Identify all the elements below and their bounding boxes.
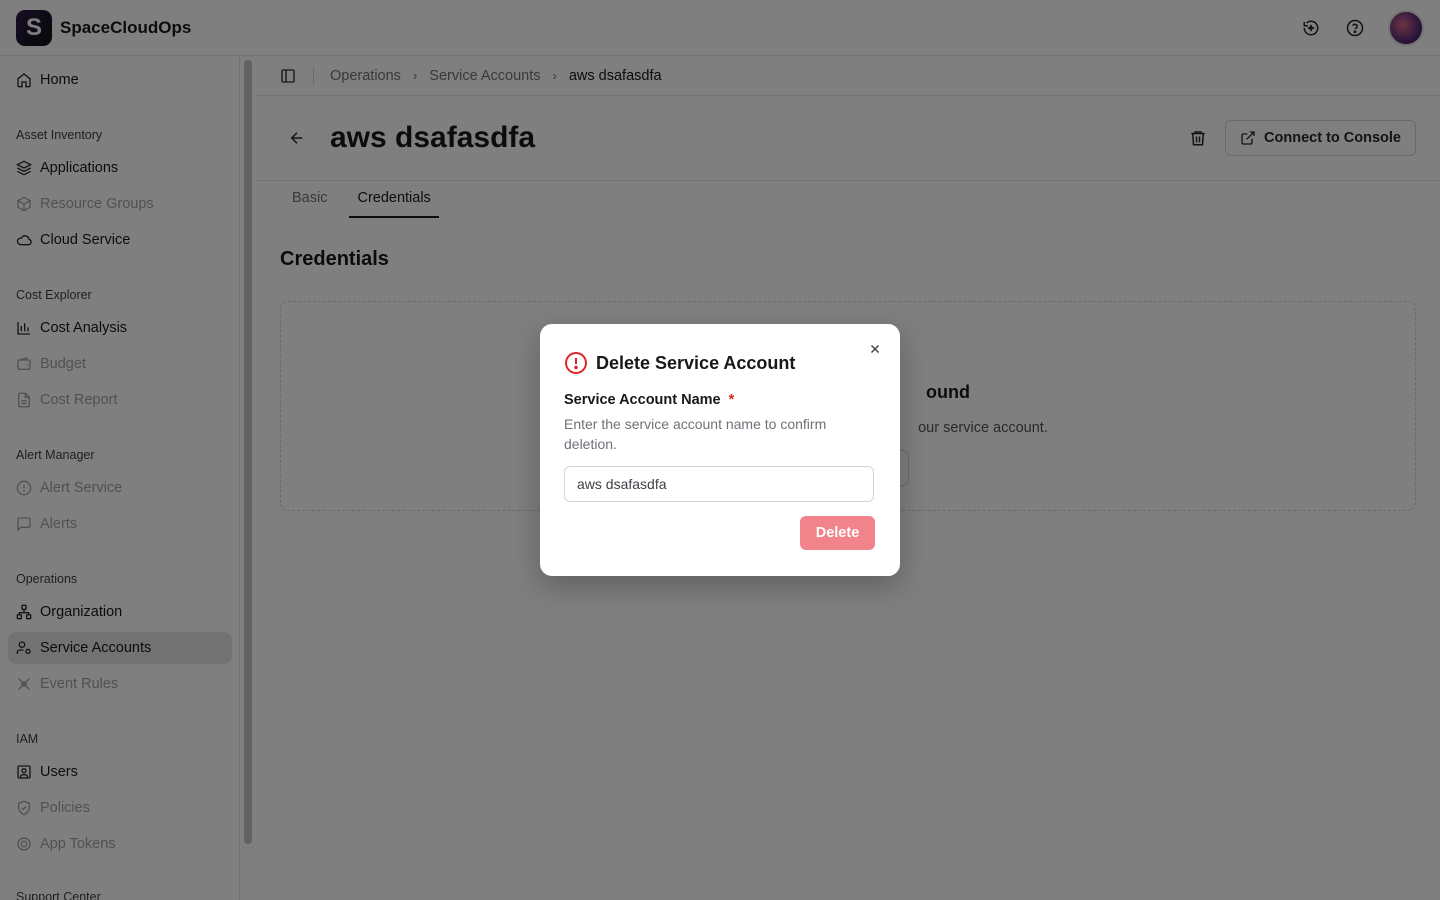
required-mark: * (728, 392, 735, 408)
delete-button[interactable]: Delete (800, 516, 875, 550)
dialog-title: Delete Service Account (596, 352, 796, 373)
warning-icon (565, 352, 587, 374)
delete-service-account-dialog: Delete Service Account Service Account N… (540, 324, 900, 576)
service-account-name-input[interactable] (564, 466, 874, 502)
dialog-header: Delete Service Account (564, 351, 876, 375)
field-help-text: Enter the service account name to confir… (564, 416, 827, 452)
close-icon[interactable] (866, 340, 884, 358)
field-label: Service Account Name * (564, 392, 735, 408)
